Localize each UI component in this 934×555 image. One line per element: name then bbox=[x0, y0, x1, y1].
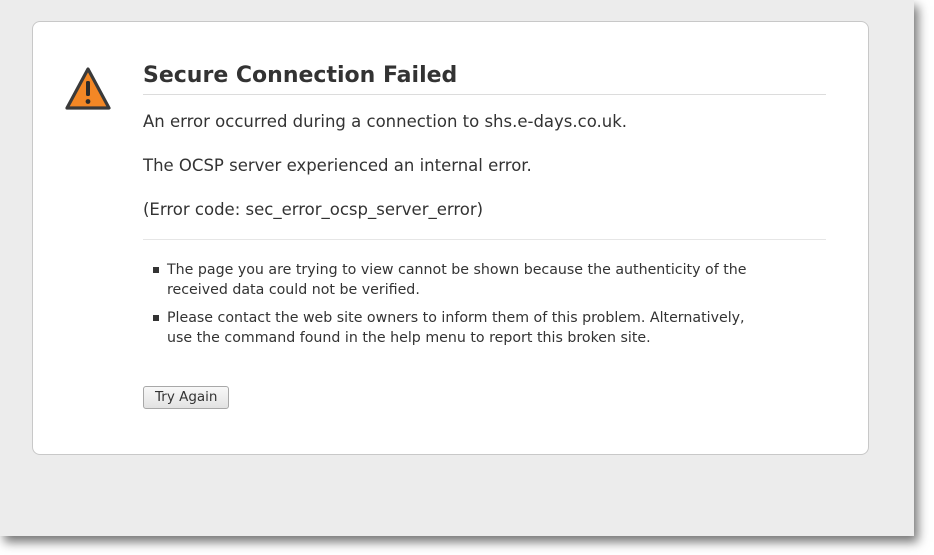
error-short-description: An error occurred during a connection to… bbox=[143, 112, 628, 131]
warning-triangle-icon bbox=[65, 67, 111, 110]
error-title: Secure Connection Failed bbox=[143, 62, 826, 95]
browser-window: Secure Connection Failed An error occurr… bbox=[0, 0, 914, 536]
divider bbox=[143, 239, 826, 240]
bullet-icon bbox=[153, 267, 159, 273]
list-item: The page you are trying to view cannot b… bbox=[153, 260, 773, 300]
bullet-icon bbox=[153, 315, 159, 321]
error-long-description: The page you are trying to view cannot b… bbox=[143, 260, 773, 348]
list-item-text: Please contact the web site owners to in… bbox=[167, 310, 745, 346]
error-content: Secure Connection Failed An error occurr… bbox=[143, 62, 826, 409]
list-item: Please contact the web site owners to in… bbox=[153, 308, 773, 348]
list-item-text: The page you are trying to view cannot b… bbox=[167, 262, 747, 298]
error-detail: The OCSP server experienced an internal … bbox=[143, 156, 532, 175]
try-again-button[interactable]: Try Again bbox=[143, 386, 230, 409]
error-code: (Error code: sec_error_ocsp_server_error… bbox=[143, 200, 484, 219]
